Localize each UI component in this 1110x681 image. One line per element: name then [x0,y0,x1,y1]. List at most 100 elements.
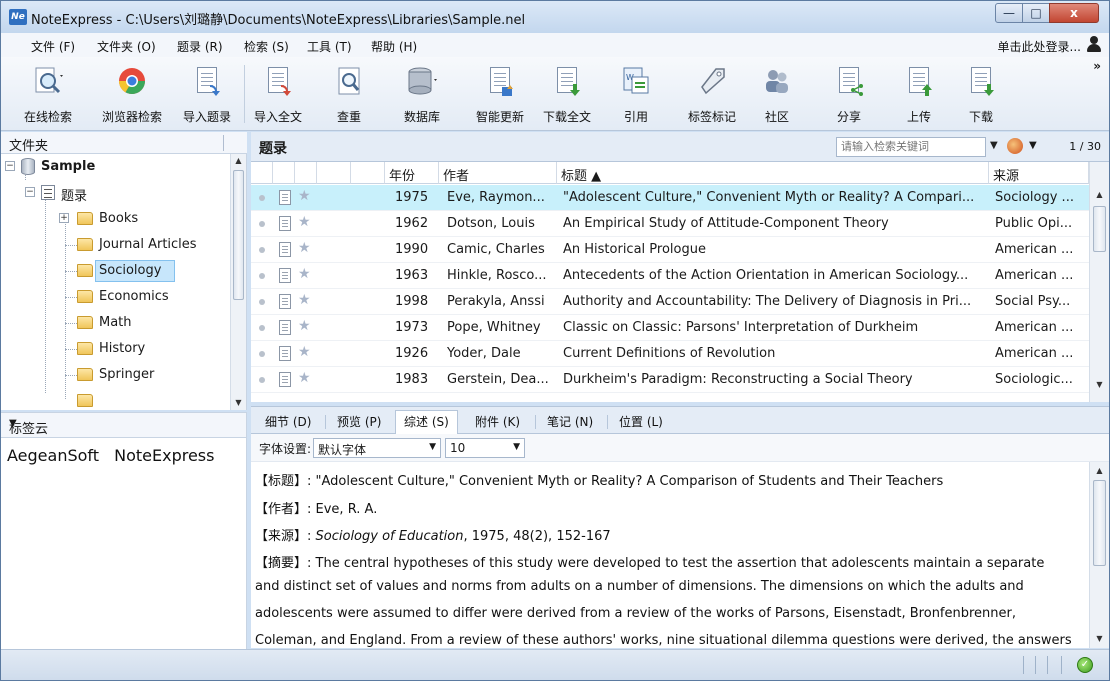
tab-summary[interactable]: 综述 (S) [395,410,458,435]
chevron-down-icon[interactable]: ▼ [9,418,238,429]
import-fulltext-button[interactable]: 导入全文 [249,63,307,127]
scroll-down-icon[interactable]: ▼ [231,396,246,410]
tree-node-history[interactable]: History [1,336,231,362]
records-scrollbar[interactable]: ▲ ▼ [1089,162,1109,402]
read-status-icon[interactable] [259,273,265,279]
col-attachment[interactable] [273,162,295,184]
cite-button[interactable]: W 引用 [613,63,659,127]
col-read-status[interactable] [251,162,273,184]
menu-folder[interactable]: 文件夹 (O) [97,38,156,55]
download-button[interactable]: 下载 [959,63,1003,127]
records-search-input[interactable] [836,137,986,157]
scroll-up-icon[interactable]: ▲ [231,154,246,168]
import-records-button[interactable]: 导入题录 [177,63,237,127]
star-icon[interactable]: ★ [298,370,311,386]
document-icon[interactable] [279,268,291,283]
col-year[interactable]: 年份 [385,162,439,184]
scroll-down-icon[interactable]: ▼ [1090,378,1109,392]
search-history-dropdown-icon[interactable]: ▼ [990,140,998,151]
col-blank[interactable] [351,162,385,184]
table-row[interactable]: ★ 1963 Hinkle, Rosco... Antecedents of the … [251,263,1089,289]
tree-node-economics[interactable]: Economics [1,284,231,310]
col-author[interactable]: 作者 [439,162,557,184]
database-button[interactable]: 数据库 [393,63,451,127]
read-status-icon[interactable] [259,247,265,253]
search-scope-icon[interactable] [1007,138,1023,154]
login-link[interactable]: 单击此处登录... [998,38,1081,55]
document-icon[interactable] [279,190,291,205]
browser-search-button[interactable]: 浏览器检索 [95,63,169,127]
font-size-select[interactable]: 10 ▼ [445,438,525,458]
col-star[interactable] [295,162,317,184]
tree-node-sample[interactable]: − Sample [1,154,231,180]
menu-help[interactable]: 帮助 (H) [371,38,417,55]
maximize-button[interactable]: □ [1022,3,1050,23]
summary-panel[interactable]: 【标题】: "Adolescent Culture," Convenient M… [251,462,1089,648]
tag-item[interactable]: AegeanSoft [7,446,99,465]
table-row[interactable]: ★ 1975 Eve, Raymon... "Adolescent Culture,"… [251,185,1089,211]
minimize-button[interactable]: — [995,3,1023,23]
tab-details[interactable]: 细节 (D) [257,411,319,433]
toolbar-overflow-icon[interactable]: » [1093,59,1101,73]
table-row[interactable]: ★ 1973 Pope, Whitney Classic on Classic: Pa… [251,315,1089,341]
tree-node-sociology[interactable]: Sociology [1,258,231,284]
collapse-icon[interactable]: − [5,161,15,171]
smart-update-button[interactable]: 智能更新 [465,63,535,127]
col-title[interactable]: 标题 ▲ [557,162,989,184]
tree-node-records[interactable]: − 题录 [1,180,231,206]
close-button[interactable]: x [1049,3,1099,23]
read-status-icon[interactable] [259,325,265,331]
read-status-icon[interactable] [259,377,265,383]
table-row[interactable]: ★ 1983 Gerstein, Dea... Durkheim's Paradigm… [251,367,1089,393]
star-icon[interactable]: ★ [298,344,311,360]
share-button[interactable]: 分享 [827,63,871,127]
scroll-up-icon[interactable]: ▲ [1090,464,1109,478]
community-button[interactable]: 社区 [757,63,797,127]
connection-ok-icon[interactable]: ✓ [1077,657,1093,673]
document-icon[interactable] [279,294,291,309]
tree-node-math[interactable]: Math [1,310,231,336]
read-status-icon[interactable] [259,195,265,201]
star-icon[interactable]: ★ [298,188,311,204]
search-scope-dropdown-icon[interactable]: ▼ [1029,140,1037,151]
document-icon[interactable] [279,372,291,387]
menu-records[interactable]: 题录 (R) [177,38,223,55]
read-status-icon[interactable] [259,351,265,357]
star-icon[interactable]: ★ [298,266,311,282]
expand-icon[interactable]: + [59,213,69,223]
table-row[interactable]: ★ 1990 Camic, Charles An Historical Prologu… [251,237,1089,263]
tree-node-books[interactable]: + Books [1,206,231,232]
menu-file[interactable]: 文件 (F) [31,38,75,55]
col-blank[interactable] [317,162,351,184]
star-icon[interactable]: ★ [298,292,311,308]
tree-node-springer[interactable]: Springer [1,362,231,388]
tab-notes[interactable]: 笔记 (N) [539,411,601,433]
col-source[interactable]: 来源 [989,162,1089,184]
document-icon[interactable] [279,346,291,361]
collapse-icon[interactable]: − [25,187,35,197]
scroll-thumb[interactable] [233,170,244,300]
read-status-icon[interactable] [259,299,265,305]
online-search-button[interactable]: 在线检索 [15,63,81,127]
title-bar[interactable]: Ne NoteExpress - C:\Users\刘璐静\Documents\… [1,1,1109,33]
font-family-select[interactable]: 默认字体 ▼ [313,438,441,458]
summary-scrollbar[interactable]: ▲ ▼ [1089,462,1109,648]
star-icon[interactable]: ★ [298,214,311,230]
star-icon[interactable]: ★ [298,240,311,256]
document-icon[interactable] [279,320,291,335]
document-icon[interactable] [279,216,291,231]
table-row[interactable]: ★ 1998 Perakyla, Anssi Authority and Accoun… [251,289,1089,315]
tab-preview[interactable]: 预览 (P) [329,411,389,433]
upload-button[interactable]: 上传 [897,63,941,127]
scroll-thumb[interactable] [1093,206,1106,252]
download-fulltext-button[interactable]: 下载全文 [537,63,597,127]
tab-attachments[interactable]: 附件 (K) [467,411,528,433]
read-status-icon[interactable] [259,221,265,227]
tag-mark-button[interactable]: 标签标记 [679,63,745,127]
table-row[interactable]: ★ 1962 Dotson, Louis An Empirical Study of … [251,211,1089,237]
tree-node-journal-articles[interactable]: Journal Articles [1,232,231,258]
tree-node-partial[interactable] [1,388,231,410]
user-icon[interactable] [1087,36,1101,52]
scroll-thumb[interactable] [1093,480,1106,566]
scroll-down-icon[interactable]: ▼ [1090,632,1109,646]
